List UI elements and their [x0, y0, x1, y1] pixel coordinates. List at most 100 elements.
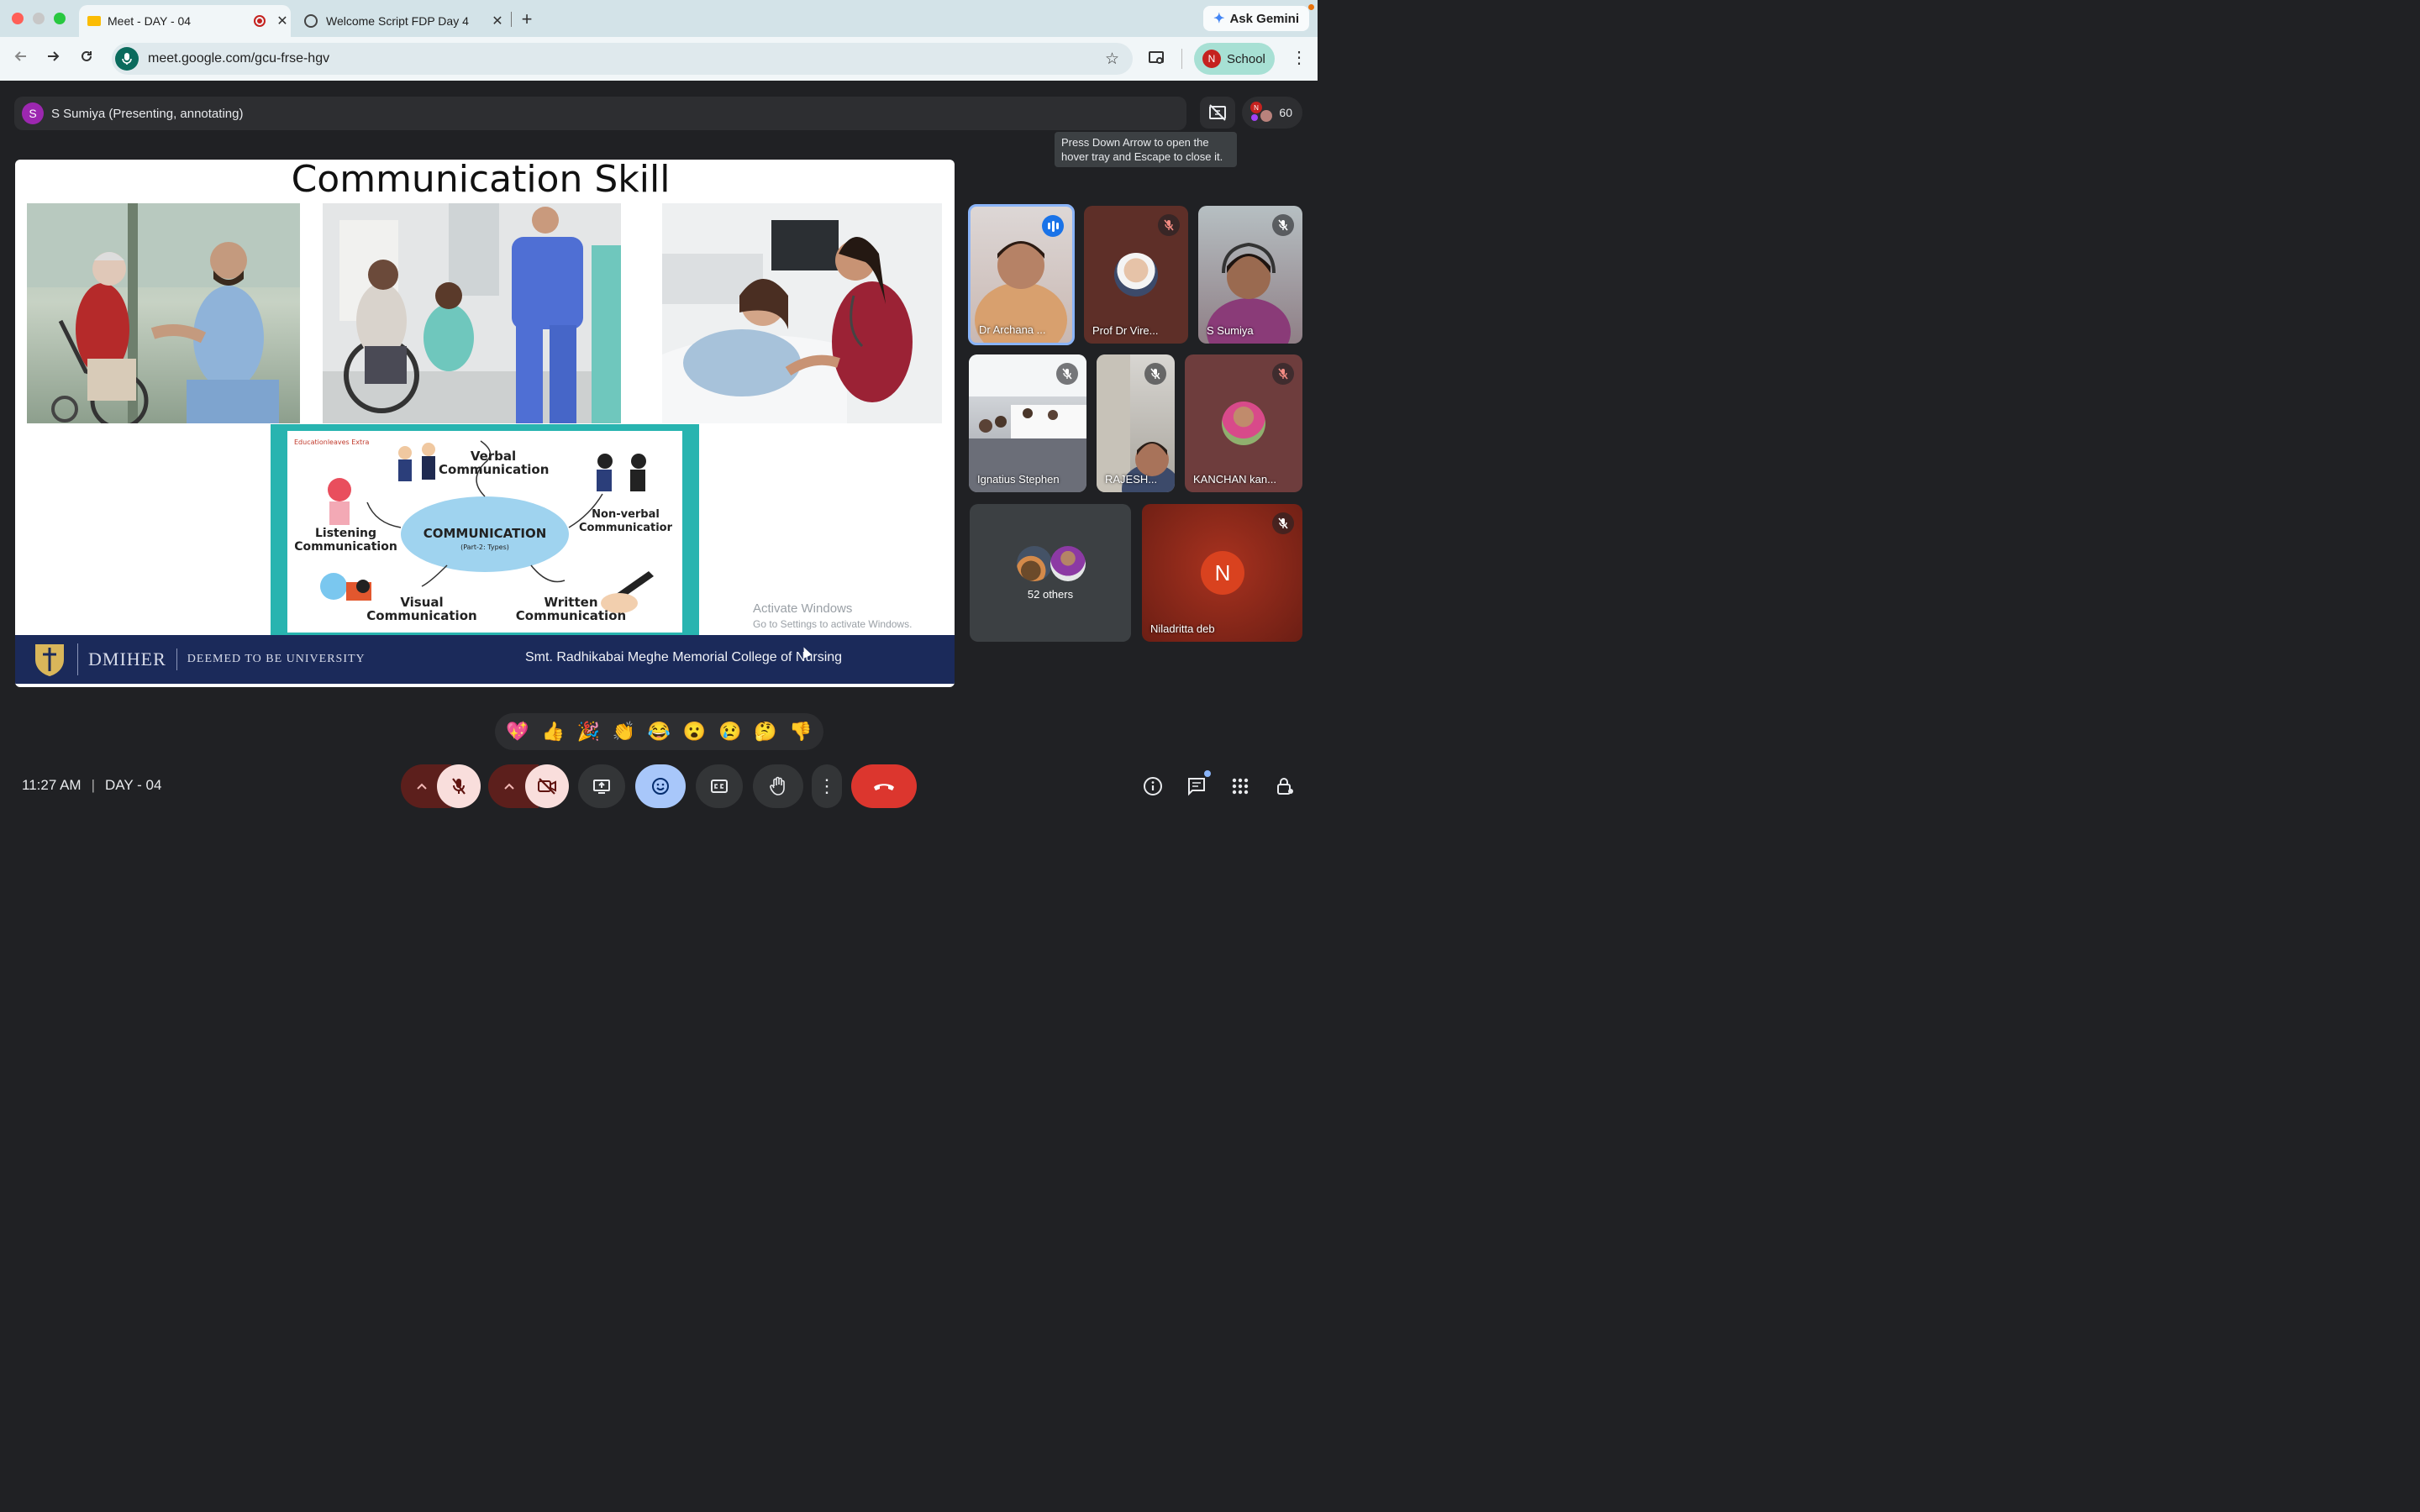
meeting-info-button[interactable]: [1140, 774, 1165, 799]
url-text: meet.google.com/gcu-frse-hgv: [148, 51, 330, 66]
participant-name: Ignatius Stephen: [977, 473, 1060, 486]
diagram-watermark: Educationleaves Extra: [294, 438, 370, 446]
footer-divider: [176, 648, 177, 670]
participant-avatar: [1222, 402, 1265, 445]
cast-search-icon[interactable]: [1148, 49, 1166, 67]
mic-off-icon: [452, 778, 466, 795]
raise-hand-button[interactable]: [753, 764, 803, 808]
reaction-thumbs-up-button[interactable]: 👍: [541, 721, 564, 743]
reload-button[interactable]: [76, 48, 97, 70]
activate-windows-title: Activate Windows: [753, 601, 853, 616]
reactions-toggle-button[interactable]: [635, 764, 686, 808]
mic-toggle-button[interactable]: [437, 764, 481, 808]
participant-tile[interactable]: Dr Archana ...: [968, 204, 1075, 345]
layout-toggle-button[interactable]: [1200, 97, 1235, 129]
participant-tile[interactable]: Prof Dr Vire...: [1084, 206, 1188, 344]
others-avatar: [1050, 546, 1086, 581]
tab-divider: [511, 12, 512, 27]
host-controls-button[interactable]: [1272, 774, 1297, 799]
camera-toggle-button[interactable]: [525, 764, 569, 808]
chat-unread-dot: [1204, 770, 1211, 777]
reaction-thumbs-down-button[interactable]: 👎: [789, 721, 812, 743]
mic-off-icon: [1272, 512, 1294, 534]
chevron-up-icon: [504, 783, 514, 790]
others-tile[interactable]: 52 others: [970, 504, 1131, 642]
presenter-bar[interactable]: S S Sumiya (Presenting, annotating): [14, 97, 1186, 130]
chat-button[interactable]: [1184, 770, 1211, 799]
diagram-center-sub-label: (Part-2: Types): [460, 543, 509, 551]
reaction-party-button[interactable]: 🎉: [577, 721, 600, 743]
slide-footer: DMIHER DEEMED TO BE UNIVERSITY Smt. Radh…: [15, 635, 955, 684]
participant-avatar: N: [1201, 551, 1244, 595]
participant-tile[interactable]: RAJESH...: [1097, 354, 1175, 492]
forward-button[interactable]: [42, 48, 64, 70]
participant-tile[interactable]: S Sumiya: [1198, 206, 1302, 344]
captions-button[interactable]: [696, 764, 743, 808]
slide-title: Communication Skill: [291, 160, 671, 201]
profile-label: School: [1227, 51, 1265, 66]
footer-divider: [77, 643, 78, 675]
close-tab-icon[interactable]: ✕: [274, 13, 291, 29]
more-vert-icon: ⋮: [818, 775, 836, 796]
participant-tile[interactable]: N Niladritta deb: [1142, 504, 1302, 642]
bookmark-star-icon[interactable]: ☆: [1105, 50, 1119, 69]
diagram-canvas: Educationleaves Extra Verbal Communicati…: [287, 431, 682, 633]
hang-up-icon: [874, 784, 894, 790]
participant-tile[interactable]: KANCHAN kan...: [1185, 354, 1302, 492]
slide-photo-hospital-corridor: [323, 203, 621, 423]
participant-count: 60: [1279, 106, 1292, 119]
reload-icon: [82, 50, 92, 61]
maximize-window-button[interactable]: [54, 13, 66, 24]
close-window-button[interactable]: [12, 13, 24, 24]
reactions-bar: 💖 👍 🎉 👏 😂 😮 😢 🤔 👎: [495, 713, 823, 750]
participants-button[interactable]: N 60: [1242, 97, 1302, 129]
tab-welcome-script[interactable]: Welcome Script FDP Day 4 ✕: [296, 5, 506, 37]
mic-active-icon[interactable]: [115, 47, 139, 71]
participant-name: S Sumiya: [1207, 324, 1254, 337]
diagram-nonverbal-label: Non-verbal Communicatior: [578, 508, 673, 534]
present-screen-button[interactable]: [578, 764, 625, 808]
diagram-center-label: COMMUNICATION: [423, 526, 547, 541]
participant-avatars-icon: N: [1249, 100, 1274, 125]
meeting-details: 11:27 AM | DAY - 04: [22, 777, 161, 794]
footer-sub: DEEMED TO BE UNIVERSITY: [187, 653, 366, 665]
profile-avatar: N: [1202, 50, 1221, 68]
more-options-button[interactable]: ⋮: [812, 764, 842, 808]
diagram-listening-label: Listening Communication: [294, 527, 397, 554]
current-time: 11:27 AM: [22, 777, 82, 793]
presenter-avatar: S: [22, 102, 44, 124]
reaction-sad-button[interactable]: 😢: [718, 721, 741, 743]
diagram-verbal-label: Verbal Communication: [439, 449, 550, 477]
participant-name: Niladritta deb: [1150, 622, 1215, 635]
reaction-sparkling-heart-button[interactable]: 💖: [506, 721, 529, 743]
address-bar[interactable]: meet.google.com/gcu-frse-hgv ☆: [112, 43, 1133, 75]
minimize-window-button[interactable]: [33, 13, 45, 24]
reaction-laugh-button[interactable]: 😂: [648, 721, 671, 743]
new-tab-button[interactable]: +: [517, 8, 537, 30]
reaction-surprised-button[interactable]: 😮: [683, 721, 706, 743]
reaction-clap-button[interactable]: 👏: [613, 721, 635, 743]
footer-college: Smt. Radhikabai Meghe Memorial College o…: [525, 650, 843, 664]
participant-name: Prof Dr Vire...: [1092, 324, 1159, 337]
close-tab-icon[interactable]: ✕: [489, 13, 506, 29]
presenter-label: S Sumiya (Presenting, annotating): [51, 106, 244, 121]
others-avatar: [1017, 546, 1052, 581]
tab-meet[interactable]: Meet - DAY - 04 ✕: [79, 5, 291, 37]
profile-button[interactable]: N School: [1194, 43, 1275, 75]
participant-tile[interactable]: Ignatius Stephen: [969, 354, 1086, 492]
back-button[interactable]: [10, 48, 32, 70]
mic-off-icon: [1056, 363, 1078, 385]
leave-call-button[interactable]: [851, 764, 917, 808]
ask-gemini-button[interactable]: ✦ Ask Gemini: [1203, 6, 1309, 31]
info-icon: [1144, 777, 1162, 795]
slide-photo-wheelchair-care: [27, 203, 300, 423]
activities-button[interactable]: [1228, 774, 1253, 799]
separator: |: [91, 777, 95, 793]
participant-name: KANCHAN kan...: [1193, 473, 1276, 486]
closed-captions-icon: [711, 780, 728, 793]
browser-menu-icon[interactable]: ⋮: [1291, 49, 1307, 67]
reaction-thinking-button[interactable]: 🤔: [754, 721, 776, 743]
toolbar-divider: [1181, 49, 1182, 69]
emoji-icon: [652, 778, 669, 795]
presentation-slide: Communication Skill Educationleaves Extr…: [15, 160, 955, 687]
